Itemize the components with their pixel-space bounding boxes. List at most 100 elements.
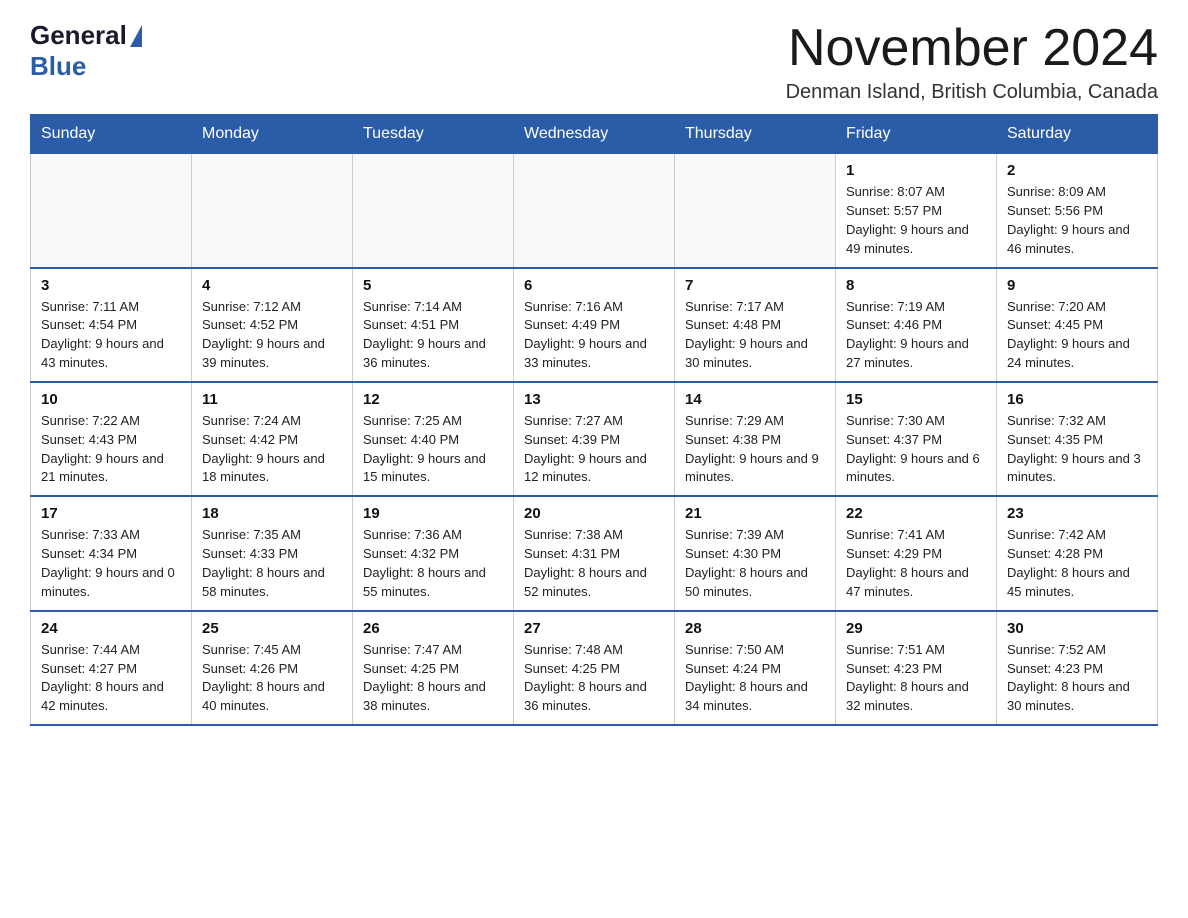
calendar-cell: 26Sunrise: 7:47 AM Sunset: 4:25 PM Dayli… <box>353 611 514 725</box>
day-info: Sunrise: 7:52 AM Sunset: 4:23 PM Dayligh… <box>1007 641 1147 716</box>
day-info: Sunrise: 7:47 AM Sunset: 4:25 PM Dayligh… <box>363 641 503 716</box>
calendar-cell <box>675 154 836 268</box>
day-number: 27 <box>524 620 664 637</box>
calendar-week-row: 24 Sunrise: 7:44 AM Sunset: 4:27 PM Dayli… <box>31 611 1158 725</box>
calendar-body: 1Sunrise: 8:07 AM Sunset: 5:57 PM Daylig… <box>31 154 1158 725</box>
calendar-cell <box>192 154 353 268</box>
logo-general-label: General <box>30 20 127 51</box>
calendar-cell: 15 Sunrise: 7:30 AM Sunset: 4:37 PM Dayli… <box>836 382 997 496</box>
day-number: 12 <box>363 391 503 408</box>
calendar-cell: 28 Sunrise: 7:50 AM Sunset: 4:24 PM Dayli… <box>675 611 836 725</box>
day-info: Sunrise: 7:36 AM Sunset: 4:32 PM Dayligh… <box>363 526 503 601</box>
day-info: Sunrise: 7:33 AM Sunset: 4:34 PM Dayligh… <box>41 526 181 601</box>
day-number: 18 <box>202 505 342 522</box>
day-number: 24 <box>41 620 181 637</box>
day-of-week-header: Friday <box>836 115 997 154</box>
day-info: Sunrise: 7:38 AM Sunset: 4:31 PM Dayligh… <box>524 526 664 601</box>
day-number: 11 <box>202 391 342 408</box>
day-number: 2 <box>1007 162 1147 179</box>
day-number: 13 <box>524 391 664 408</box>
day-info: Sunrise: 7:35 AM Sunset: 4:33 PM Dayligh… <box>202 526 342 601</box>
calendar-cell: 11 Sunrise: 7:24 AM Sunset: 4:42 PM Dayli… <box>192 382 353 496</box>
logo-triangle-icon <box>130 25 142 47</box>
calendar-cell: 27 Sunrise: 7:48 AM Sunset: 4:25 PM Dayli… <box>514 611 675 725</box>
calendar-cell: 17 Sunrise: 7:33 AM Sunset: 4:34 PM Dayli… <box>31 496 192 610</box>
day-number: 21 <box>685 505 825 522</box>
day-of-week-header: Sunday <box>31 115 192 154</box>
calendar-cell: 18 Sunrise: 7:35 AM Sunset: 4:33 PM Dayli… <box>192 496 353 610</box>
day-number: 5 <box>363 277 503 294</box>
logo: General Blue <box>30 20 143 82</box>
calendar-cell: 2 Sunrise: 8:09 AM Sunset: 5:56 PM Daylig… <box>997 154 1158 268</box>
day-info: Sunrise: 7:44 AM Sunset: 4:27 PM Dayligh… <box>41 641 181 716</box>
calendar-cell: 20 Sunrise: 7:38 AM Sunset: 4:31 PM Dayli… <box>514 496 675 610</box>
day-info: Sunrise: 7:32 AM Sunset: 4:35 PM Dayligh… <box>1007 412 1147 487</box>
day-number: 7 <box>685 277 825 294</box>
days-of-week-row: SundayMondayTuesdayWednesdayThursdayFrid… <box>31 115 1158 154</box>
day-info: Sunrise: 7:20 AM Sunset: 4:45 PM Dayligh… <box>1007 298 1147 373</box>
day-of-week-header: Saturday <box>997 115 1158 154</box>
calendar-cell: 4Sunrise: 7:12 AM Sunset: 4:52 PM Daylig… <box>192 268 353 382</box>
day-info: Sunrise: 7:16 AM Sunset: 4:49 PM Dayligh… <box>524 298 664 373</box>
day-number: 15 <box>846 391 986 408</box>
day-info: Sunrise: 7:11 AM Sunset: 4:54 PM Dayligh… <box>41 298 181 373</box>
calendar-cell: 14 Sunrise: 7:29 AM Sunset: 4:38 PM Dayli… <box>675 382 836 496</box>
day-number: 30 <box>1007 620 1147 637</box>
day-number: 25 <box>202 620 342 637</box>
day-number: 28 <box>685 620 825 637</box>
calendar-cell: 3 Sunrise: 7:11 AM Sunset: 4:54 PM Daylig… <box>31 268 192 382</box>
day-of-week-header: Monday <box>192 115 353 154</box>
logo-blue-label: Blue <box>30 51 86 82</box>
calendar-table: SundayMondayTuesdayWednesdayThursdayFrid… <box>30 114 1158 726</box>
title-block: November 2024 Denman Island, British Col… <box>786 20 1158 104</box>
calendar-cell: 9 Sunrise: 7:20 AM Sunset: 4:45 PM Daylig… <box>997 268 1158 382</box>
day-number: 4 <box>202 277 342 294</box>
day-info: Sunrise: 7:30 AM Sunset: 4:37 PM Dayligh… <box>846 412 986 487</box>
day-number: 9 <box>1007 277 1147 294</box>
day-number: 19 <box>363 505 503 522</box>
day-info: Sunrise: 7:17 AM Sunset: 4:48 PM Dayligh… <box>685 298 825 373</box>
day-number: 22 <box>846 505 986 522</box>
calendar-cell <box>514 154 675 268</box>
calendar-cell: 24 Sunrise: 7:44 AM Sunset: 4:27 PM Dayli… <box>31 611 192 725</box>
day-info: Sunrise: 7:45 AM Sunset: 4:26 PM Dayligh… <box>202 641 342 716</box>
calendar-week-row: 3 Sunrise: 7:11 AM Sunset: 4:54 PM Daylig… <box>31 268 1158 382</box>
day-info: Sunrise: 7:41 AM Sunset: 4:29 PM Dayligh… <box>846 526 986 601</box>
day-number: 6 <box>524 277 664 294</box>
day-info: Sunrise: 7:25 AM Sunset: 4:40 PM Dayligh… <box>363 412 503 487</box>
day-number: 17 <box>41 505 181 522</box>
calendar-week-row: 10Sunrise: 7:22 AM Sunset: 4:43 PM Dayli… <box>31 382 1158 496</box>
logo-general-text: General <box>30 20 143 51</box>
day-of-week-header: Tuesday <box>353 115 514 154</box>
day-of-week-header: Wednesday <box>514 115 675 154</box>
calendar-cell <box>353 154 514 268</box>
calendar-cell: 23 Sunrise: 7:42 AM Sunset: 4:28 PM Dayli… <box>997 496 1158 610</box>
calendar-cell: 21Sunrise: 7:39 AM Sunset: 4:30 PM Dayli… <box>675 496 836 610</box>
calendar-cell: 29Sunrise: 7:51 AM Sunset: 4:23 PM Dayli… <box>836 611 997 725</box>
day-info: Sunrise: 8:09 AM Sunset: 5:56 PM Dayligh… <box>1007 183 1147 258</box>
page-header: General Blue November 2024 Denman Island… <box>30 20 1158 104</box>
calendar-week-row: 1Sunrise: 8:07 AM Sunset: 5:57 PM Daylig… <box>31 154 1158 268</box>
calendar-cell: 19 Sunrise: 7:36 AM Sunset: 4:32 PM Dayli… <box>353 496 514 610</box>
calendar-cell: 8Sunrise: 7:19 AM Sunset: 4:46 PM Daylig… <box>836 268 997 382</box>
day-info: Sunrise: 8:07 AM Sunset: 5:57 PM Dayligh… <box>846 183 986 258</box>
day-info: Sunrise: 7:48 AM Sunset: 4:25 PM Dayligh… <box>524 641 664 716</box>
day-number: 23 <box>1007 505 1147 522</box>
day-info: Sunrise: 7:29 AM Sunset: 4:38 PM Dayligh… <box>685 412 825 487</box>
day-info: Sunrise: 7:22 AM Sunset: 4:43 PM Dayligh… <box>41 412 181 487</box>
day-number: 14 <box>685 391 825 408</box>
day-info: Sunrise: 7:42 AM Sunset: 4:28 PM Dayligh… <box>1007 526 1147 601</box>
calendar-cell: 6 Sunrise: 7:16 AM Sunset: 4:49 PM Daylig… <box>514 268 675 382</box>
day-number: 20 <box>524 505 664 522</box>
calendar-cell: 1Sunrise: 8:07 AM Sunset: 5:57 PM Daylig… <box>836 154 997 268</box>
day-info: Sunrise: 7:50 AM Sunset: 4:24 PM Dayligh… <box>685 641 825 716</box>
calendar-cell: 7 Sunrise: 7:17 AM Sunset: 4:48 PM Daylig… <box>675 268 836 382</box>
calendar-cell <box>31 154 192 268</box>
day-info: Sunrise: 7:27 AM Sunset: 4:39 PM Dayligh… <box>524 412 664 487</box>
day-info: Sunrise: 7:14 AM Sunset: 4:51 PM Dayligh… <box>363 298 503 373</box>
day-number: 16 <box>1007 391 1147 408</box>
day-number: 3 <box>41 277 181 294</box>
day-info: Sunrise: 7:19 AM Sunset: 4:46 PM Dayligh… <box>846 298 986 373</box>
location-label: Denman Island, British Columbia, Canada <box>786 81 1158 104</box>
day-info: Sunrise: 7:24 AM Sunset: 4:42 PM Dayligh… <box>202 412 342 487</box>
